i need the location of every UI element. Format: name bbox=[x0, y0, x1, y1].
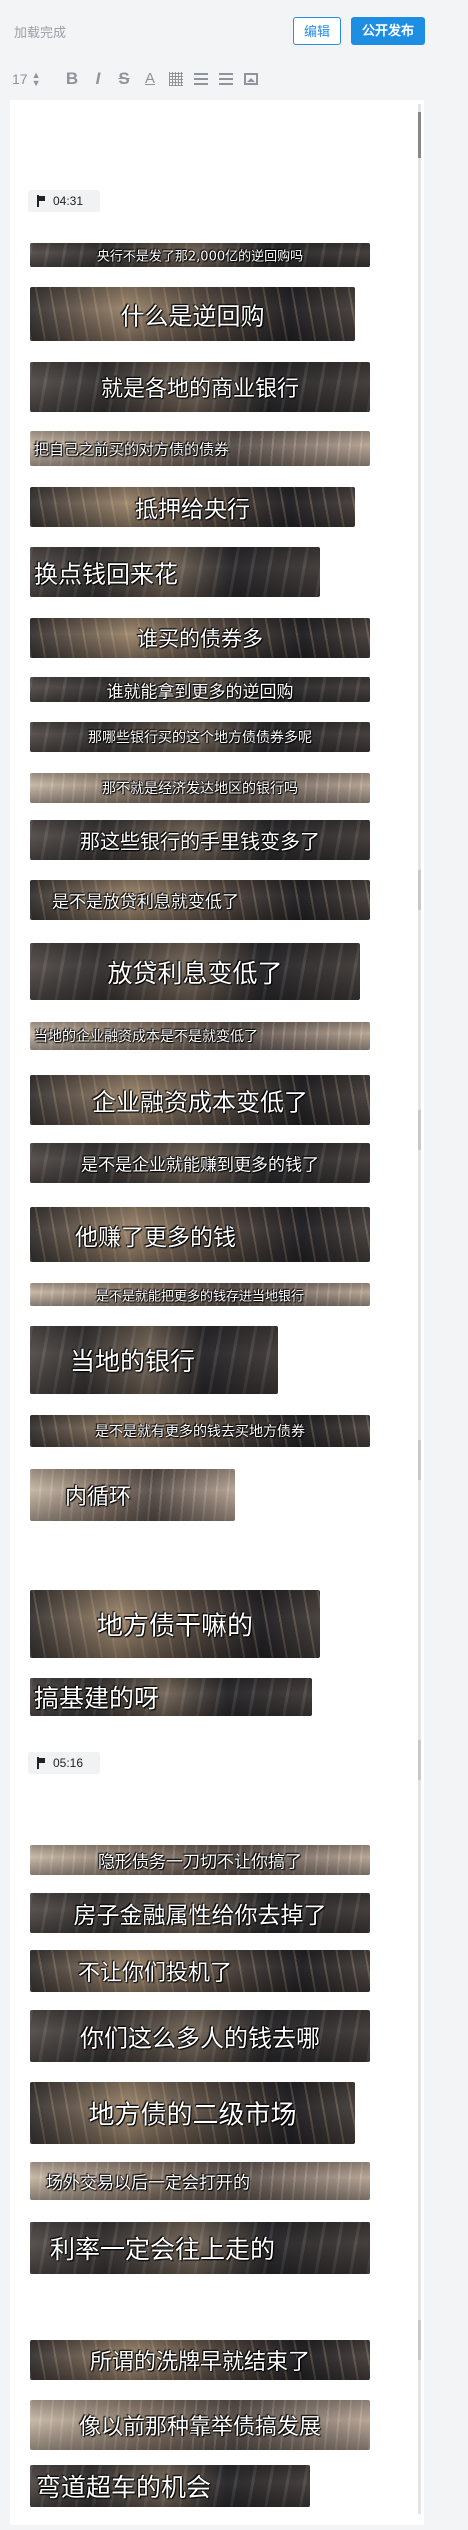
image-icon[interactable] bbox=[244, 73, 258, 85]
grid-icon[interactable] bbox=[169, 72, 183, 86]
subtitle-text: 企业融资成本变低了 bbox=[92, 1088, 308, 1117]
subtitle-frame: 地方债的二级市场 bbox=[30, 2082, 355, 2144]
subtitle-text: 是不是企业就能赚到更多的钱了 bbox=[81, 1155, 319, 1176]
subtitle-frame: 当地的企业融资成本是不是就变低了 bbox=[30, 1022, 370, 1050]
subtitle-text: 放贷利息变低了 bbox=[107, 958, 283, 988]
subtitle-frame: 他赚了更多的钱 bbox=[30, 1207, 370, 1262]
flag-icon bbox=[36, 195, 46, 207]
strikethrough-icon[interactable]: S bbox=[114, 69, 134, 89]
subtitle-text: 换点钱回来花 bbox=[34, 560, 178, 589]
subtitle-frame: 抵押给央行 bbox=[30, 487, 355, 527]
timestamp-label: 04:31 bbox=[53, 194, 84, 208]
subtitle-frame: 把自己之前买的对方债的债券 bbox=[30, 431, 370, 466]
subtitle-text: 谁买的债券多 bbox=[137, 627, 263, 651]
ordered-list-icon[interactable] bbox=[194, 73, 208, 85]
subtitle-text: 当地的银行 bbox=[70, 1347, 196, 1376]
scroll-marker bbox=[418, 1110, 421, 1150]
subtitle-text: 搞基建的呀 bbox=[34, 1684, 160, 1713]
top-bar: 加载完成 编辑 公开发布 bbox=[0, 0, 430, 60]
timestamp-label: 05:16 bbox=[53, 1756, 84, 1770]
subtitle-text: 你们这么多人的钱去哪 bbox=[80, 2024, 320, 2053]
subtitle-text: 是不是就能把更多的钱存进当地银行 bbox=[95, 1289, 304, 1304]
subtitle-frame: 像以前那种靠举债搞发展 bbox=[30, 2400, 370, 2450]
subtitle-frame: 当地的银行 bbox=[30, 1326, 278, 1394]
font-size-value: 17 bbox=[12, 71, 28, 87]
subtitle-frame: 什么是逆回购 bbox=[30, 287, 355, 341]
subtitle-text: 就是各地的商业银行 bbox=[100, 377, 299, 402]
load-status: 加载完成 bbox=[14, 25, 67, 40]
subtitle-text: 内循环 bbox=[65, 1485, 132, 1510]
subtitle-text: 抵押给央行 bbox=[135, 497, 250, 523]
subtitle-text: 不让你们投机了 bbox=[78, 1961, 233, 1986]
subtitle-frame: 那哪些银行买的这个地方债债券多呢 bbox=[30, 722, 370, 752]
subtitle-text: 地方债干嘛的 bbox=[96, 1611, 253, 1642]
subtitle-frame: 利率一定会往上走的 bbox=[30, 2222, 370, 2274]
subtitle-text: 谁就能拿到更多的逆回购 bbox=[106, 682, 294, 702]
subtitle-text: 弯道超车的机会 bbox=[36, 2473, 212, 2502]
timestamp-marker[interactable]: 05:16 bbox=[28, 1752, 100, 1774]
subtitle-text: 什么是逆回购 bbox=[120, 302, 265, 331]
subtitle-frame: 不让你们投机了 bbox=[30, 1950, 370, 1992]
subtitle-text: 那哪些银行买的这个地方债债券多呢 bbox=[88, 730, 312, 746]
publish-button[interactable]: 公开发布 bbox=[351, 17, 425, 45]
subtitle-frame: 就是各地的商业银行 bbox=[30, 362, 370, 412]
subtitle-text: 利率一定会往上走的 bbox=[50, 2235, 276, 2264]
scrollbar-thumb[interactable] bbox=[418, 112, 421, 158]
subtitle-frame: 隐形债务一刀切不让你搞了 bbox=[30, 1845, 370, 1875]
subtitle-text: 那不就是经济发达地区的银行吗 bbox=[102, 781, 298, 797]
scroll-marker bbox=[418, 1740, 421, 1780]
subtitle-text: 把自己之前买的对方债的债券 bbox=[34, 440, 230, 458]
subtitle-text: 房子金融属性给你去掉了 bbox=[73, 1903, 327, 1929]
subtitle-frame: 房子金融属性给你去掉了 bbox=[30, 1893, 370, 1933]
subtitle-frame: 央行不是发了那2,000亿的逆回购吗 bbox=[30, 243, 370, 267]
subtitle-frame: 那不就是经济发达地区的银行吗 bbox=[30, 773, 370, 803]
subtitle-text: 是不是就有更多的钱去买地方债券 bbox=[95, 1424, 305, 1440]
subtitle-frame: 谁就能拿到更多的逆回购 bbox=[30, 677, 370, 702]
format-toolbar: 17 ▲ ▼ B I S A bbox=[12, 66, 422, 92]
subtitle-frame: 谁买的债券多 bbox=[30, 618, 370, 658]
scrollbar-track[interactable] bbox=[418, 104, 421, 2514]
scroll-marker bbox=[418, 870, 421, 910]
subtitle-frame: 内循环 bbox=[30, 1469, 235, 1521]
subtitle-text: 隐形债务一刀切不让你搞了 bbox=[98, 1852, 302, 1873]
subtitle-frame: 场外交易以后一定会打开的 bbox=[30, 2162, 370, 2200]
subtitle-frame: 所谓的洗牌早就结束了 bbox=[30, 2340, 370, 2380]
subtitle-frame: 是不是就有更多的钱去买地方债券 bbox=[30, 1415, 370, 1447]
subtitle-text: 央行不是发了那2,000亿的逆回购吗 bbox=[96, 249, 304, 265]
scroll-marker bbox=[418, 1440, 421, 1480]
subtitle-text: 是不是放贷利息就变低了 bbox=[52, 892, 239, 913]
bold-icon[interactable]: B bbox=[62, 69, 82, 89]
font-size-stepper-icon[interactable]: ▲ ▼ bbox=[32, 71, 41, 88]
scroll-marker bbox=[418, 2320, 421, 2360]
subtitle-text: 所谓的洗牌早就结束了 bbox=[89, 2350, 310, 2375]
subtitle-text: 他赚了更多的钱 bbox=[75, 1224, 236, 1251]
text-color-icon[interactable]: A bbox=[140, 69, 160, 89]
subtitle-text: 当地的企业融资成本是不是就变低了 bbox=[34, 1029, 258, 1045]
subtitle-text: 场外交易以后一定会打开的 bbox=[46, 2173, 250, 2194]
subtitle-frame: 地方债干嘛的 bbox=[30, 1590, 320, 1658]
italic-icon[interactable]: I bbox=[88, 69, 108, 89]
subtitle-frame: 放贷利息变低了 bbox=[30, 943, 360, 1000]
subtitle-frame: 弯道超车的机会 bbox=[30, 2465, 310, 2507]
flag-icon bbox=[36, 1757, 46, 1769]
subtitle-text: 地方债的二级市场 bbox=[88, 2100, 297, 2131]
subtitle-frame: 换点钱回来花 bbox=[30, 547, 320, 597]
timestamp-marker[interactable]: 04:31 bbox=[28, 190, 100, 212]
subtitle-frame: 你们这么多人的钱去哪 bbox=[30, 2010, 370, 2062]
edit-button[interactable]: 编辑 bbox=[293, 17, 341, 45]
bullet-list-icon[interactable] bbox=[219, 73, 233, 85]
subtitle-frame: 是不是就能把更多的钱存进当地银行 bbox=[30, 1283, 370, 1306]
subtitle-frame: 搞基建的呀 bbox=[30, 1678, 312, 1716]
subtitle-text: 那这些银行的手里钱变多了 bbox=[80, 829, 320, 854]
subtitle-text: 像以前那种靠举债搞发展 bbox=[78, 2415, 321, 2440]
subtitle-frame: 是不是放贷利息就变低了 bbox=[30, 880, 370, 920]
font-size-stepper[interactable]: 17 ▲ ▼ bbox=[12, 69, 52, 89]
subtitle-frame: 那这些银行的手里钱变多了 bbox=[30, 820, 370, 860]
subtitle-frame: 企业融资成本变低了 bbox=[30, 1075, 370, 1125]
subtitle-frame: 是不是企业就能赚到更多的钱了 bbox=[30, 1143, 370, 1183]
